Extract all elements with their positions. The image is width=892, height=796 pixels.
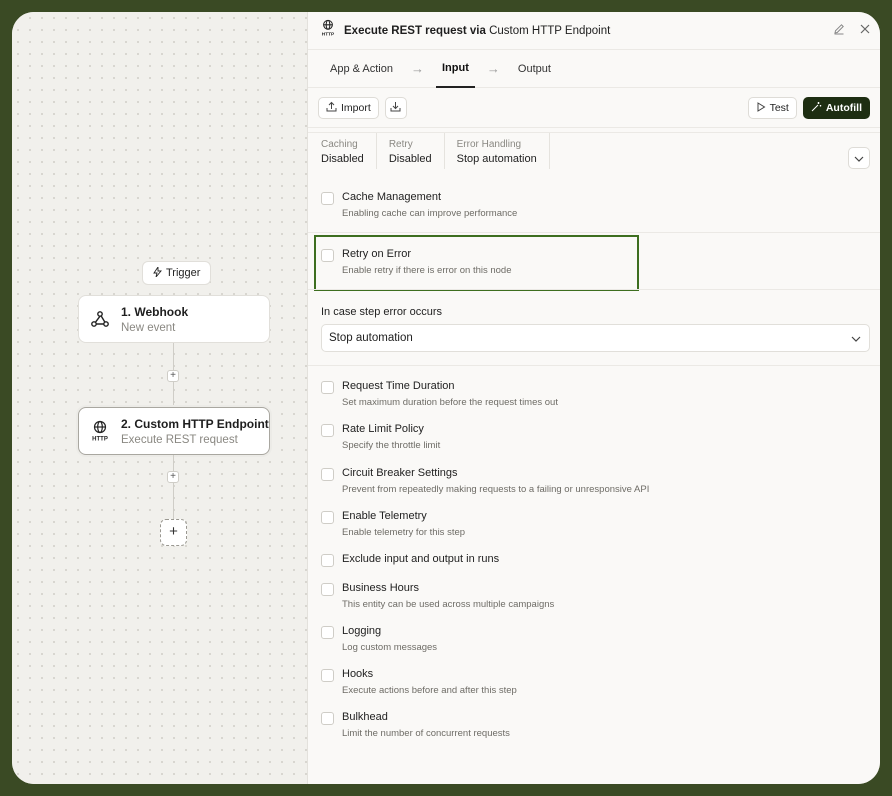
error-handling-select[interactable]: Stop automation	[321, 324, 870, 352]
option-description: Enable retry if there is error on this n…	[342, 265, 512, 276]
option-checkbox[interactable]	[321, 669, 334, 682]
step-config-panel: HTTP Execute REST request via Custom HTT…	[308, 12, 880, 784]
add-step-button[interactable]: +	[160, 519, 187, 546]
option-row: Request Time Duration Set maximum duratio…	[321, 380, 558, 408]
option-row: Business Hours This entity can be used ac…	[321, 582, 554, 610]
workflow-canvas[interactable]: Trigger 1. Webhook New event + HTTP 2. C…	[12, 12, 308, 784]
option-row: Circuit Breaker Settings Prevent from rep…	[321, 467, 649, 495]
svg-text:HTTP: HTTP	[322, 32, 335, 37]
play-icon	[756, 101, 766, 115]
tab-input[interactable]: Input	[436, 50, 475, 88]
option-checkbox[interactable]	[321, 381, 334, 394]
arrow-right-icon: →	[411, 61, 424, 76]
option-description: Limit the number of concurrent requests	[342, 728, 510, 739]
close-icon[interactable]	[858, 22, 872, 36]
option-title: Circuit Breaker Settings	[342, 467, 458, 479]
divider	[308, 289, 880, 290]
option-checkbox[interactable]	[321, 554, 334, 567]
node-subtitle: New event	[121, 321, 176, 334]
http-globe-icon: HTTP	[320, 19, 336, 42]
http-globe-icon: HTTP	[89, 420, 111, 442]
bolt-icon	[153, 265, 162, 280]
option-checkbox[interactable]	[321, 583, 334, 596]
summary-caching: Caching Disabled	[321, 133, 377, 169]
option-row: Logging Log custom messages	[321, 625, 437, 653]
divider	[308, 365, 880, 366]
expand-summary-button[interactable]	[848, 147, 870, 169]
option-title: Request Time Duration	[342, 380, 455, 392]
option-row: Enable Telemetry Enable telemetry for thi…	[321, 510, 465, 538]
webhook-icon	[89, 308, 111, 330]
download-button[interactable]	[384, 96, 407, 119]
option-row: Hooks Execute actions before and after th…	[321, 668, 517, 696]
chevron-down-icon	[854, 149, 864, 167]
workflow-node-http[interactable]: HTTP 2. Custom HTTP Endpoint Execute RES…	[78, 407, 270, 455]
settings-summary: Caching Disabled Retry Disabled Error Ha…	[308, 132, 880, 176]
option-checkbox[interactable]	[321, 192, 334, 205]
option-checkbox[interactable]	[321, 511, 334, 524]
panel-toolbar: Import Test Autofill	[308, 88, 880, 128]
option-title: Retry on Error	[342, 248, 412, 260]
option-checkbox[interactable]	[321, 424, 334, 437]
option-row: Exclude input and output in runs	[321, 553, 499, 567]
import-label: Import	[341, 101, 371, 114]
connector-line	[173, 455, 174, 519]
option-description: This entity can be used across multiple …	[342, 599, 555, 610]
divider	[308, 232, 880, 233]
download-icon	[390, 101, 401, 115]
chevron-down-icon	[851, 333, 861, 345]
option-title: Rate Limit Policy	[342, 423, 424, 435]
panel-header: HTTP Execute REST request via Custom HTT…	[308, 12, 880, 50]
option-description: Enabling cache can improve performance	[342, 208, 518, 219]
arrow-right-icon: →	[486, 61, 500, 76]
option-title: Enable Telemetry	[342, 510, 427, 522]
option-row: Bulkhead Limit the number of concurrent r…	[321, 711, 510, 739]
test-button[interactable]: Test	[747, 97, 797, 119]
option-title: Bulkhead	[342, 711, 388, 723]
insert-step-button[interactable]: +	[167, 471, 179, 483]
node-subtitle: Execute REST request	[121, 433, 238, 446]
trigger-chip[interactable]: Trigger	[142, 261, 212, 285]
insert-step-button[interactable]: +	[167, 370, 179, 382]
option-description: Enable telemetry for this step	[342, 527, 466, 538]
magic-wand-icon	[811, 101, 822, 115]
option-row: Retry on Error Enable retry if there is e…	[321, 248, 512, 276]
error-select-value: Stop automation	[329, 332, 413, 344]
app-frame: Trigger 1. Webhook New event + HTTP 2. C…	[12, 12, 880, 784]
workflow-node-webhook[interactable]: 1. Webhook New event	[78, 295, 270, 343]
tab-output[interactable]: Output	[512, 50, 557, 88]
node-title: 2. Custom HTTP Endpoint	[121, 416, 269, 431]
option-description: Set maximum duration before the request …	[342, 397, 558, 408]
edit-icon[interactable]	[832, 22, 846, 36]
option-title: Exclude input and output in runs	[342, 553, 500, 565]
tab-app-action[interactable]: App & Action	[324, 50, 399, 88]
option-title: Cache Management	[342, 191, 442, 203]
error-select-label: In case step error occurs	[321, 306, 443, 318]
node-title: 1. Webhook	[121, 304, 189, 319]
option-description: Specify the throttle limit	[342, 440, 441, 451]
option-description: Prevent from repeatedly making requests …	[342, 484, 650, 495]
upload-icon	[326, 101, 337, 115]
option-checkbox[interactable]	[321, 626, 334, 639]
step-tabs: App & Action → Input → Output	[308, 50, 880, 88]
option-row: Cache Management Enabling cache can impro…	[321, 191, 517, 219]
option-title: Logging	[342, 625, 382, 637]
svg-text:HTTP: HTTP	[92, 437, 108, 443]
option-title: Hooks	[342, 668, 374, 680]
test-label: Test	[769, 102, 789, 114]
option-checkbox[interactable]	[321, 468, 334, 481]
trigger-label: Trigger	[166, 267, 201, 279]
panel-title: Execute REST request via Custom HTTP End…	[344, 24, 611, 37]
import-button[interactable]: Import	[318, 96, 379, 119]
autofill-label: Autofill	[825, 102, 862, 114]
option-description: Execute actions before and after this st…	[342, 685, 517, 696]
summary-retry: Retry Disabled	[389, 133, 445, 169]
option-checkbox[interactable]	[321, 249, 334, 262]
option-title: Business Hours	[342, 582, 420, 594]
option-description: Log custom messages	[342, 642, 438, 653]
autofill-button[interactable]: Autofill	[802, 97, 870, 119]
summary-error-handling: Error Handling Stop automation	[457, 133, 550, 169]
option-checkbox[interactable]	[321, 712, 334, 725]
option-row: Rate Limit Policy Specify the throttle li…	[321, 423, 440, 451]
